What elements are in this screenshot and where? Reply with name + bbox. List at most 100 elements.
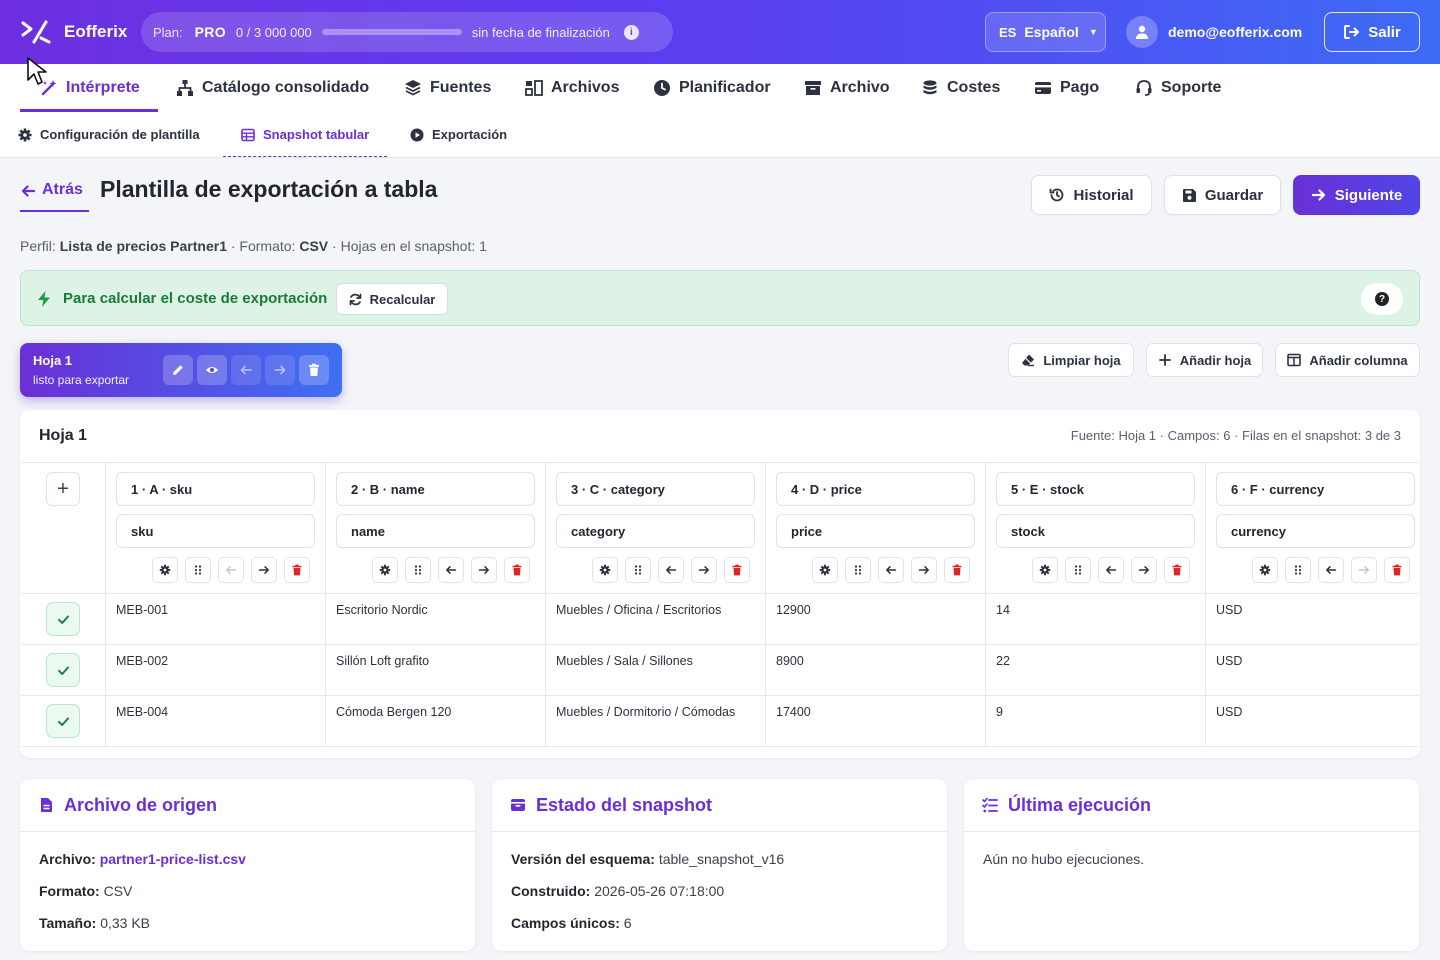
move-column-left-button[interactable] — [878, 557, 904, 583]
column-settings-button[interactable] — [592, 557, 618, 583]
column-header-input[interactable]: 6 · F · currency — [1216, 472, 1415, 506]
delete-column-button[interactable] — [1384, 557, 1410, 583]
nav-item-costes[interactable]: Costes — [921, 64, 1000, 112]
trash-icon — [952, 564, 962, 576]
column-drag-handle[interactable] — [405, 557, 431, 583]
move-column-right-button[interactable] — [471, 557, 497, 583]
delete-sheet-button[interactable] — [299, 355, 329, 385]
save-button[interactable]: Guardar — [1164, 175, 1281, 215]
sheet-tab[interactable]: Hoja 1 listo para exportar — [20, 343, 342, 397]
help-button[interactable]: ? — [1361, 283, 1403, 315]
column-drag-handle[interactable] — [1285, 557, 1311, 583]
nav-item-planificador[interactable]: Planificador — [653, 64, 771, 112]
nav-item-archivo[interactable]: Archivo — [804, 64, 890, 112]
delete-column-button[interactable] — [944, 557, 970, 583]
preview-sheet-button[interactable] — [197, 355, 227, 385]
move-column-left-button[interactable] — [1318, 557, 1344, 583]
move-column-right-button[interactable] — [911, 557, 937, 583]
move-column-left-button[interactable] — [658, 557, 684, 583]
nav-item-interprete[interactable]: Intérprete — [20, 64, 158, 112]
tab-snapshot-tabular[interactable]: Snapshot tabular — [222, 112, 388, 157]
column-header-input[interactable]: 4 · D · price — [776, 472, 975, 506]
back-link[interactable]: Atrás — [20, 178, 89, 212]
arrow-right-icon — [1358, 566, 1369, 574]
trash-icon — [1172, 564, 1182, 576]
column-header-input[interactable]: 2 · B · name — [336, 472, 535, 506]
move-column-right-button[interactable] — [251, 557, 277, 583]
plan-expiry: sin fecha de finalización — [471, 24, 610, 40]
info-icon[interactable]: i — [623, 24, 639, 40]
table-cell: Muebles / Oficina / Escritorios — [556, 603, 722, 617]
column-drag-handle[interactable] — [625, 557, 651, 583]
move-column-right-button[interactable] — [1351, 557, 1377, 583]
nav-item-fuentes[interactable]: Fuentes — [404, 64, 491, 112]
chevron-down-icon: ▼ — [1088, 27, 1098, 37]
column-header-input[interactable]: 1 · A · sku — [116, 472, 315, 506]
trash-icon — [309, 363, 319, 376]
add-field-button[interactable]: + — [46, 472, 80, 506]
main-navigation: Intérprete Catálogo consolidado Fuentes … — [0, 64, 1440, 112]
move-column-left-button[interactable] — [1098, 557, 1124, 583]
column-settings-button[interactable] — [1252, 557, 1278, 583]
column-field-input[interactable]: name — [336, 514, 535, 548]
check-icon — [57, 615, 69, 624]
column-field-input[interactable]: stock — [996, 514, 1195, 548]
move-column-right-button[interactable] — [1131, 557, 1157, 583]
add-column-button[interactable]: Añadir columna — [1275, 343, 1420, 377]
column-drag-handle[interactable] — [1065, 557, 1091, 583]
field-label: Campos únicos: — [511, 915, 620, 931]
column-field-input[interactable]: category — [556, 514, 755, 548]
move-column-left-button[interactable] — [438, 557, 464, 583]
delete-column-button[interactable] — [284, 557, 310, 583]
column-header-input[interactable]: 3 · C · category — [556, 472, 755, 506]
delete-column-button[interactable] — [504, 557, 530, 583]
clear-sheet-button[interactable]: Limpiar hoja — [1008, 343, 1134, 377]
box-archive-icon — [511, 799, 525, 811]
move-sheet-left-button[interactable] — [231, 355, 261, 385]
nav-item-pago[interactable]: Pago — [1034, 64, 1099, 112]
snapshot-schema-version: Versión del esquema: table_snapshot_v16 — [511, 851, 784, 867]
row-select-checkbox[interactable] — [46, 602, 80, 636]
user-menu[interactable]: demo@eofferix.com — [1126, 16, 1302, 48]
column-settings-button[interactable] — [152, 557, 178, 583]
app-logo[interactable]: Eofferix — [20, 18, 127, 46]
column-divider — [545, 463, 546, 747]
move-sheet-right-button[interactable] — [265, 355, 295, 385]
gear-icon — [1039, 564, 1051, 576]
gear-icon — [599, 564, 611, 576]
nav-item-archivos[interactable]: Archivos — [525, 64, 619, 112]
nav-item-soporte[interactable]: Soporte — [1135, 64, 1221, 112]
nav-item-label: Pago — [1060, 79, 1100, 96]
columns-icon — [1287, 353, 1302, 367]
next-button[interactable]: Siguiente — [1293, 175, 1420, 215]
table-cell: Sillón Loft grafito — [336, 654, 430, 668]
tab-exportacion[interactable]: Exportación — [410, 112, 507, 157]
delete-column-button[interactable] — [1164, 557, 1190, 583]
column-divider — [325, 463, 326, 747]
column-field-input[interactable]: sku — [116, 514, 315, 548]
column-settings-button[interactable] — [1032, 557, 1058, 583]
language-selector[interactable]: ES Español ▼ — [985, 12, 1106, 52]
row-select-checkbox[interactable] — [46, 704, 80, 738]
tab-configuracion-plantilla[interactable]: Configuración de plantilla — [18, 112, 200, 157]
column-field-input[interactable]: price — [776, 514, 975, 548]
column-header-input[interactable]: 5 · E · stock — [996, 472, 1195, 506]
recalculate-button[interactable]: Recalcular — [336, 283, 448, 315]
column-settings-button[interactable] — [372, 557, 398, 583]
move-column-left-button[interactable] — [218, 557, 244, 583]
table-cell: Cómoda Bergen 120 — [336, 705, 452, 719]
column-settings-button[interactable] — [812, 557, 838, 583]
add-sheet-button[interactable]: Añadir hoja — [1146, 343, 1263, 377]
row-select-checkbox[interactable] — [46, 653, 80, 687]
column-field-input[interactable]: currency — [1216, 514, 1415, 548]
nav-item-catalogo[interactable]: Catálogo consolidado — [176, 64, 369, 112]
delete-column-button[interactable] — [724, 557, 750, 583]
source-file-link[interactable]: partner1-price-list.csv — [100, 851, 246, 867]
move-column-right-button[interactable] — [691, 557, 717, 583]
nav-item-label: Costes — [947, 79, 1001, 96]
history-button[interactable]: Historial — [1031, 175, 1152, 215]
edit-sheet-button[interactable] — [163, 355, 193, 385]
logout-button[interactable]: Salir — [1324, 12, 1420, 52]
column-drag-handle[interactable] — [845, 557, 871, 583]
column-drag-handle[interactable] — [185, 557, 211, 583]
